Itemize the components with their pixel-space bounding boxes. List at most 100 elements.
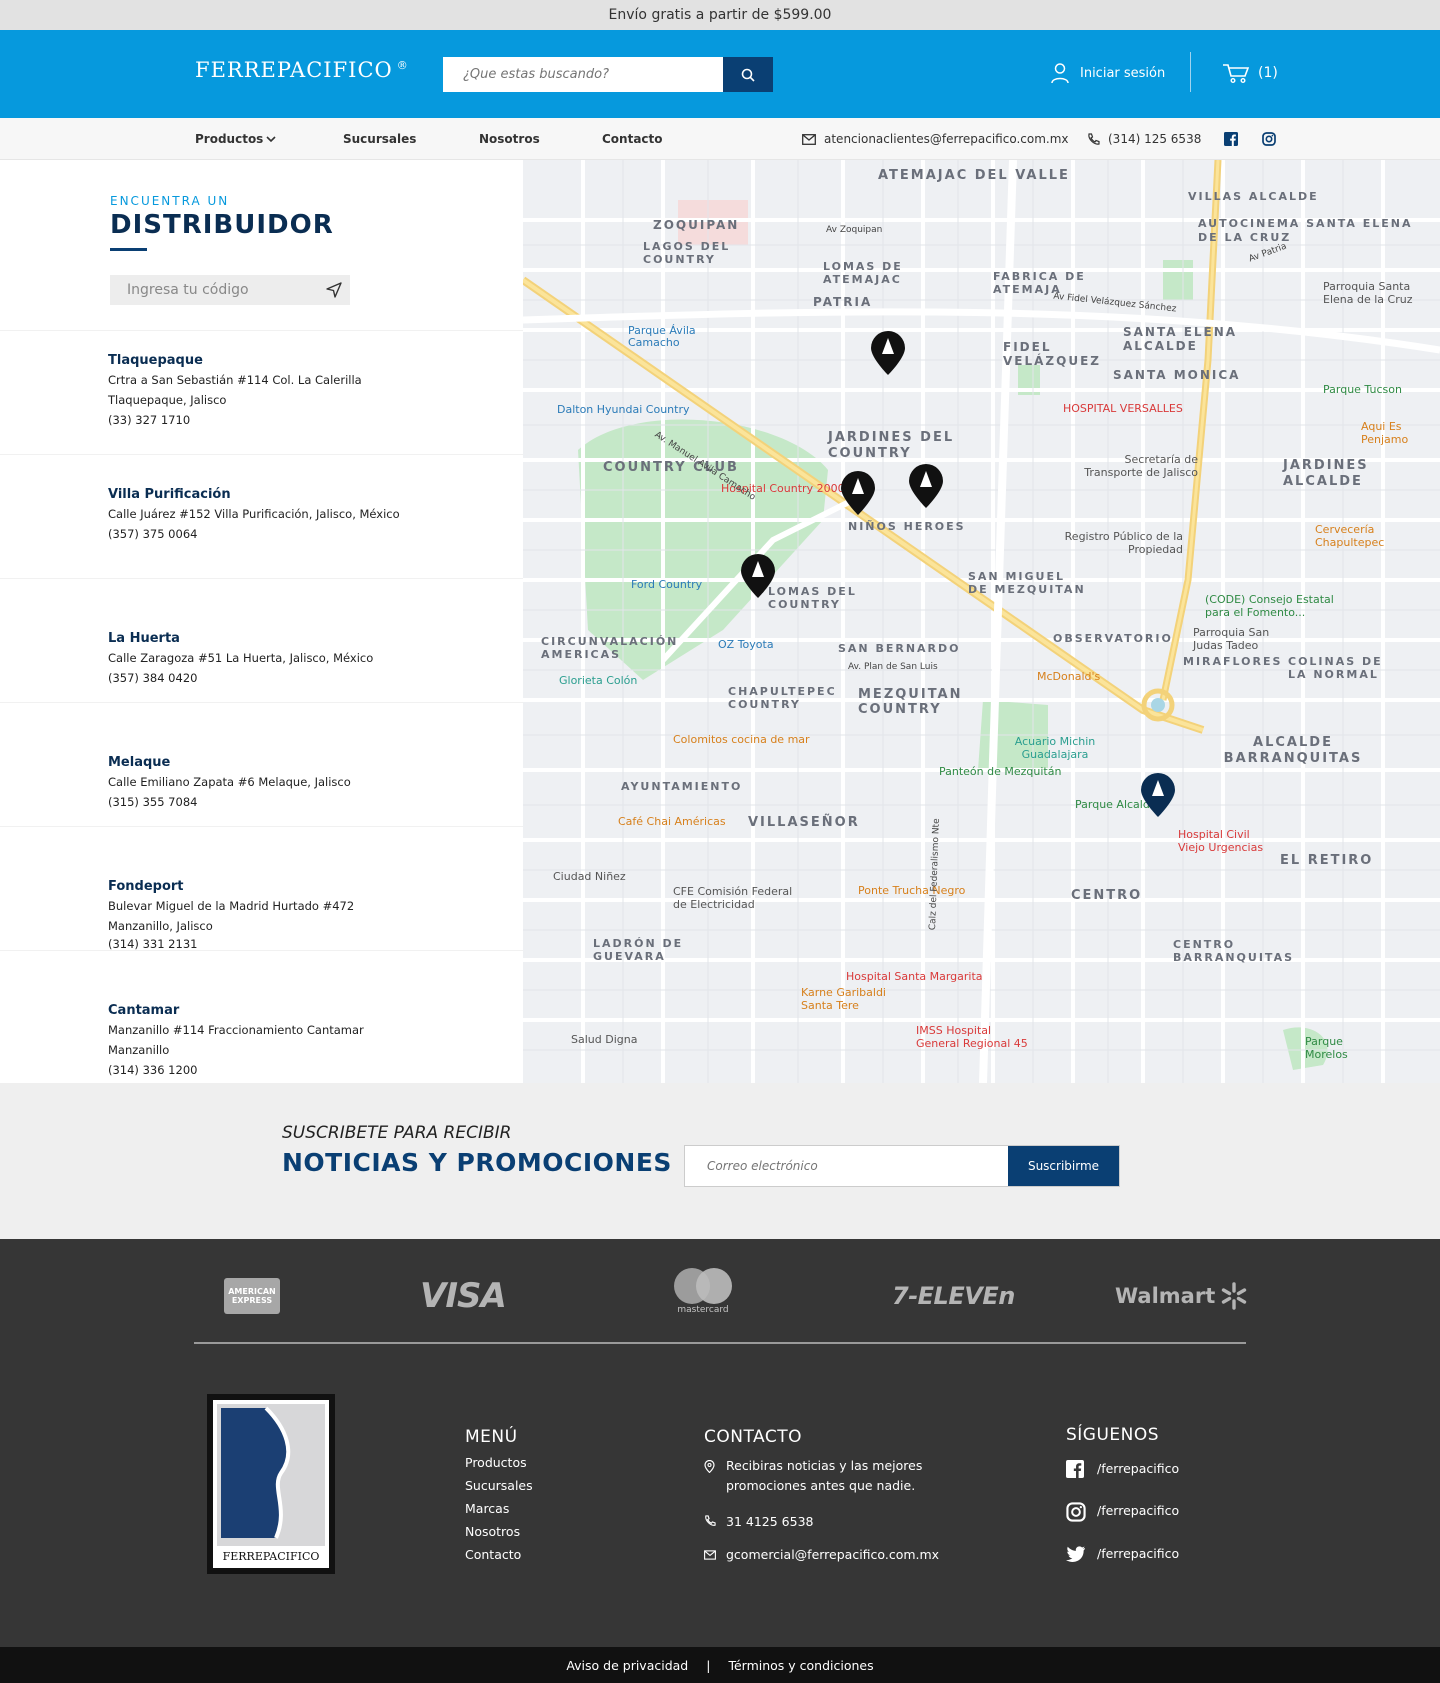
svg-text:FERREPACIFICO: FERREPACIFICO (223, 1550, 320, 1563)
nav-about[interactable]: Nosotros (479, 118, 540, 160)
map-place: Panteón de Mezquitán (939, 765, 1062, 778)
store-phone: (315) 355 7084 (108, 795, 198, 809)
map-place: Parque Tucson (1323, 383, 1402, 396)
store-item[interactable]: Melaque Calle Emiliano Zapata #6 Melaque… (0, 702, 523, 826)
nav-branches-label: Sucursales (343, 132, 417, 146)
newsletter-email-input[interactable] (685, 1146, 1008, 1186)
store-city: Manzanillo (108, 1043, 170, 1057)
nav-contact-label: Contacto (602, 132, 663, 146)
ferrepacifico-emblem-icon: FERREPACIFICO (213, 1400, 329, 1568)
cart-icon (1223, 64, 1250, 84)
store-marker[interactable] (739, 553, 777, 599)
store-item[interactable]: Tlaquepaque Crtra a San Sebastián #114 C… (0, 330, 523, 454)
map-place: Parroquia Santa Elena de la Cruz (1323, 280, 1413, 306)
nav-about-label: Nosotros (479, 132, 540, 146)
store-item[interactable]: Villa Purificación Calle Juárez #152 Vil… (0, 454, 523, 578)
store-city: Manzanillo, Jalisco (108, 919, 213, 933)
footer-link-products[interactable]: Productos (465, 1455, 527, 1470)
map-street: Av Zoquipan (826, 225, 883, 235)
store-name: Villa Purificación (108, 487, 231, 502)
locate-arrow-icon[interactable] (326, 282, 342, 298)
map-label: AUTOCINEMA SANTA ELENA DE LA CRUZ (1198, 217, 1413, 244)
terms-link[interactable]: Términos y condiciones (728, 1658, 873, 1673)
footer-twitter-link[interactable]: /ferrepacifico (1097, 1546, 1179, 1561)
footer-menu-title: MENÚ (465, 1427, 518, 1447)
map-place: McDonald's (1037, 670, 1101, 683)
footer: AMERICAN EXPRESS VISA mastercard 7-ELEVE… (0, 1239, 1440, 1647)
map-place: (CODE) Consejo Estatal para el Fomento..… (1205, 593, 1334, 619)
store-marker[interactable] (869, 330, 907, 376)
map-label: LOMAS DE ATEMAJAC (823, 260, 903, 286)
instagram-icon (1262, 132, 1276, 146)
user-icon (1051, 63, 1069, 84)
facebook-link[interactable] (1224, 118, 1238, 160)
map-label: SAN MIGUEL DE MEZQUITAN (968, 570, 1086, 596)
nav-products-label: Productos (195, 132, 264, 146)
footer-link-about[interactable]: Nosotros (465, 1524, 520, 1539)
facebook-icon[interactable] (1066, 1460, 1084, 1478)
nav-contact[interactable]: Contacto (602, 118, 663, 160)
footer-instagram-link[interactable]: /ferrepacifico (1097, 1503, 1179, 1518)
search-input[interactable] (443, 57, 723, 92)
map-label: NIÑOS HEROES (848, 520, 966, 533)
nav-branches[interactable]: Sucursales (343, 118, 416, 160)
map-label: CHAPULTEPEC COUNTRY (728, 685, 837, 711)
store-item[interactable]: La Huerta Calle Zaragoza #51 La Huerta, … (0, 578, 523, 702)
map-place: HOSPITAL VERSALLES (1063, 402, 1183, 415)
map-place: Hospital Santa Margarita (846, 970, 983, 983)
header: FERREPACIFICO® Iniciar sesión (1) (0, 30, 1440, 118)
instagram-icon[interactable] (1066, 1502, 1086, 1522)
privacy-link[interactable]: Aviso de privacidad (566, 1658, 688, 1673)
walmart-spark-icon (1222, 1282, 1247, 1310)
nav-email-text: atencionaclientes@ferrepacifico.com.mx (824, 132, 1069, 146)
map-label: FABRICA DE ATEMAJA (993, 270, 1086, 296)
mail-icon (802, 133, 816, 145)
logo[interactable]: FERREPACIFICO ® (195, 58, 409, 82)
footer-link-branches[interactable]: Sucursales (465, 1478, 533, 1493)
finder-title: DISTRIBUIDOR (110, 210, 334, 240)
mastercard-logo: mastercard (672, 1267, 734, 1325)
zip-search[interactable]: Ingresa tu código (110, 275, 350, 305)
map-place: Ponte Trucha Negro (858, 884, 966, 897)
store-item[interactable]: Cantamar Manzanillo #114 Fraccionamiento… (0, 950, 523, 1077)
store-map[interactable]: ATEMAJAC DEL VALLE ZOQUIPAN LAGOS DEL CO… (523, 160, 1440, 1083)
newsletter-subtitle: SUSCRIBETE PARA RECIBIR (282, 1123, 512, 1143)
store-address: Calle Emiliano Zapata #6 Melaque, Jalisc… (108, 775, 351, 789)
store-marker[interactable] (907, 463, 945, 509)
map-label: LOMAS DEL COUNTRY (768, 585, 857, 611)
store-marker[interactable] (839, 470, 877, 516)
map-label: VILLAS ALCALDE (1188, 190, 1319, 203)
store-phone: (314) 336 1200 (108, 1063, 198, 1077)
store-phone: (33) 327 1710 (108, 413, 191, 427)
promo-text: Envío gratis a partir de $599.00 (608, 7, 832, 23)
legal-bar: Aviso de privacidad | Términos y condici… (0, 1647, 1440, 1683)
footer-contact-phone[interactable]: 31 4125 6538 (726, 1514, 813, 1529)
subscribe-button[interactable]: Suscribirme (1008, 1146, 1119, 1186)
map-label: EL RETIRO (1280, 853, 1374, 868)
login-link[interactable]: Iniciar sesión (1050, 58, 1165, 88)
store-marker-active[interactable] (1139, 772, 1177, 818)
map-label: SANTA ELENA ALCALDE (1123, 325, 1238, 353)
store-name: Fondeport (108, 879, 184, 894)
nav-products[interactable]: Productos (195, 118, 277, 160)
map-place: Salud Digna (571, 1033, 638, 1046)
footer-link-brands[interactable]: Marcas (465, 1501, 509, 1516)
nav-phone[interactable]: (314) 125 6538 (1087, 118, 1201, 160)
cart-button[interactable]: (1) (1222, 58, 1278, 88)
instagram-link[interactable] (1262, 118, 1276, 160)
legal-separator: | (706, 1657, 711, 1673)
distributor-panel: ENCUENTRA UN DISTRIBUIDOR Ingresa tu cód… (0, 160, 523, 1083)
footer-link-contact[interactable]: Contacto (465, 1547, 521, 1562)
footer-contact-email[interactable]: gcomercial@ferrepacifico.com.mx (726, 1547, 939, 1562)
nav-email[interactable]: atencionaclientes@ferrepacifico.com.mx (802, 118, 1069, 160)
search-button[interactable] (723, 57, 773, 92)
store-address: Calle Juárez #152 Villa Purificación, Ja… (108, 507, 400, 521)
footer-logo[interactable]: FERREPACIFICO (207, 1394, 335, 1574)
map-label: COLINAS DE LA NORMAL (1288, 655, 1383, 681)
twitter-icon[interactable] (1066, 1546, 1086, 1562)
map-place: Acuario Michin Guadalajara (1014, 735, 1096, 761)
location-pin-icon (704, 1460, 715, 1473)
store-item[interactable]: Fondeport Bulevar Miguel de la Madrid Hu… (0, 826, 523, 951)
footer-facebook-link[interactable]: /ferrepacifico (1097, 1461, 1179, 1476)
map-label: ATEMAJAC DEL VALLE (878, 168, 1070, 183)
